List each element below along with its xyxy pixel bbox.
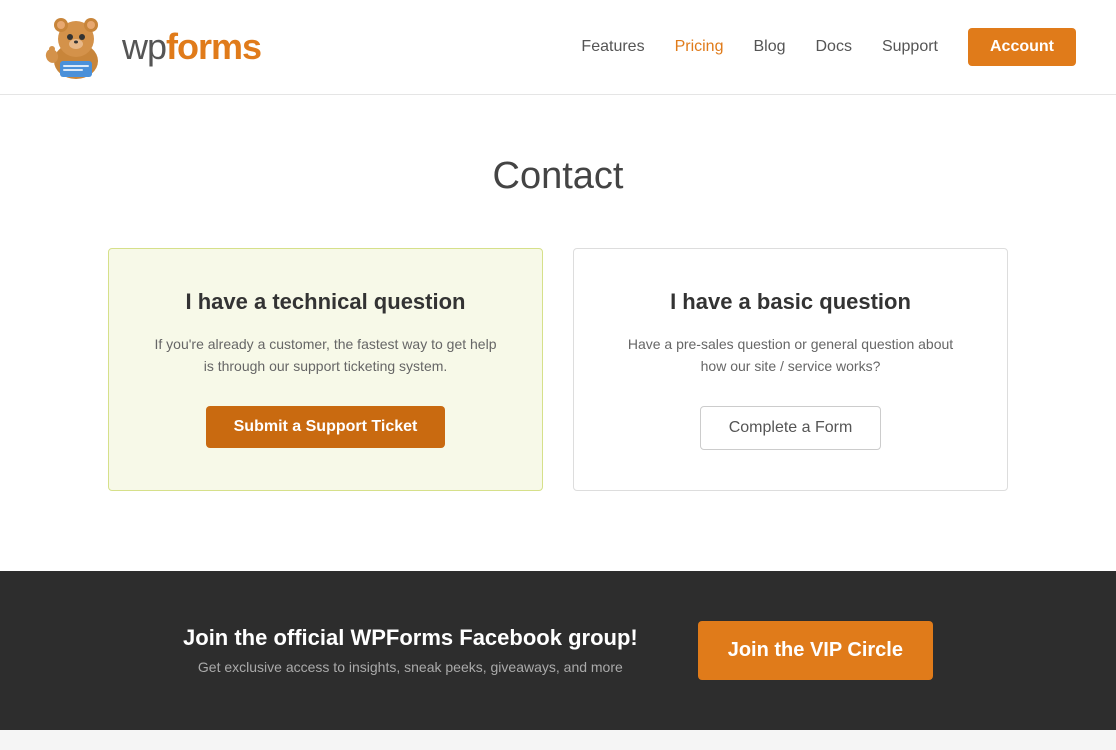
technical-card-title: I have a technical question (144, 289, 507, 315)
footer-sub: Get exclusive access to insights, sneak … (183, 659, 638, 675)
technical-question-card: I have a technical question If you're al… (108, 248, 543, 491)
complete-form-button[interactable]: Complete a Form (700, 406, 882, 450)
nav-docs[interactable]: Docs (816, 38, 852, 56)
page-title: Contact (40, 155, 1076, 198)
logo-bear-icon (40, 11, 112, 83)
main-content: Contact I have a technical question If y… (0, 95, 1116, 571)
logo-text: wpforms (122, 26, 261, 68)
basic-question-card: I have a basic question Have a pre-sales… (573, 248, 1008, 491)
account-button[interactable]: Account (968, 28, 1076, 66)
footer-heading: Join the official WPForms Facebook group… (183, 625, 638, 651)
join-vip-button[interactable]: Join the VIP Circle (698, 621, 933, 680)
contact-cards: I have a technical question If you're al… (108, 248, 1008, 491)
nav-support[interactable]: Support (882, 38, 938, 56)
nav-blog[interactable]: Blog (753, 38, 785, 56)
logo: wpforms (40, 11, 261, 83)
site-header: wpforms Features Pricing Blog Docs Suppo… (0, 0, 1116, 95)
footer-banner: Join the official WPForms Facebook group… (0, 571, 1116, 730)
main-nav: Features Pricing Blog Docs Support Accou… (581, 28, 1076, 66)
footer-text-block: Join the official WPForms Facebook group… (183, 625, 638, 675)
basic-card-title: I have a basic question (609, 289, 972, 315)
technical-card-description: If you're already a customer, the fastes… (144, 333, 507, 378)
submit-ticket-button[interactable]: Submit a Support Ticket (206, 406, 446, 448)
nav-features[interactable]: Features (581, 38, 644, 56)
basic-card-description: Have a pre-sales question or general que… (609, 333, 972, 378)
nav-pricing[interactable]: Pricing (675, 38, 724, 56)
